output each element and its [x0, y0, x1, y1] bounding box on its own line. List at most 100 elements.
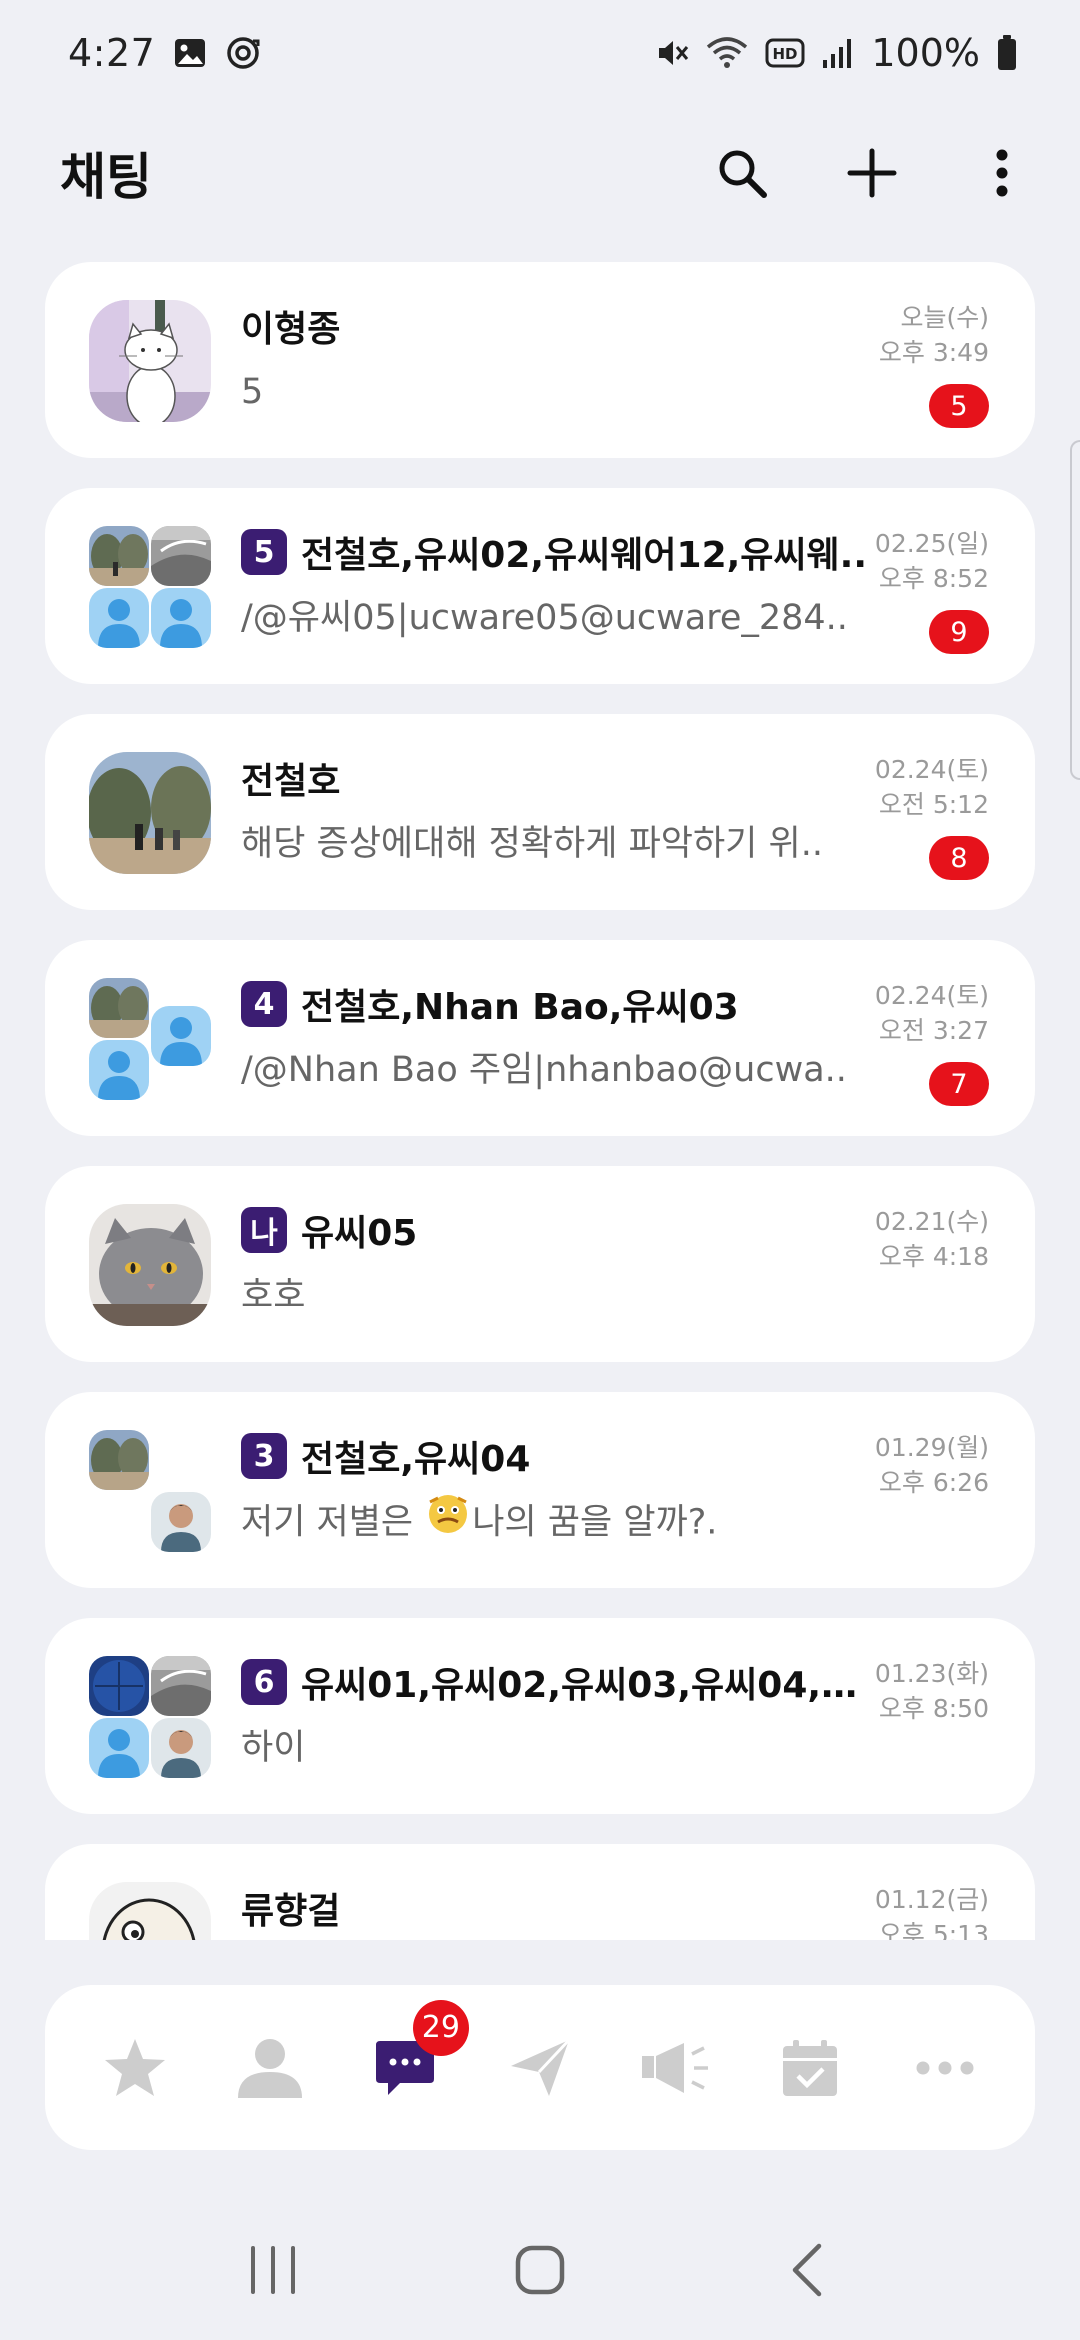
avatar — [89, 1204, 211, 1326]
chat-meta: 오늘(수) 오후 3:49 — [839, 300, 989, 370]
search-button[interactable] — [712, 143, 772, 203]
home-button[interactable] — [495, 2225, 585, 2315]
system-nav — [0, 2200, 1080, 2340]
chat-preview-text: 저기 저별은 — [241, 1502, 425, 1543]
chat-body: 나 유씨05 호호 — [241, 1200, 881, 1326]
chat-time: 오전 5:12 — [878, 790, 989, 819]
photo-garden-mini-avatar-icon — [89, 526, 149, 586]
chat-date: 02.24(토) — [874, 981, 989, 1010]
chat-date: 01.29(월) — [874, 1433, 989, 1462]
chat-body: 4 전철호,Nhan Bao,유씨03 /@Nhan Bao 주임|nhanba… — [241, 974, 881, 1100]
page-title: 채팅 — [60, 147, 152, 206]
sync-icon — [225, 35, 261, 71]
default-person-avatar-icon — [151, 1006, 211, 1066]
chat-meta: 01.29(월) 오후 6:26 — [839, 1430, 989, 1500]
chat-preview: 해당 증상에대해 정확하게 파악하기 위.. — [241, 824, 823, 864]
chat-name: 전철호,유씨04 — [301, 1439, 531, 1480]
chat-date: 02.24(토) — [874, 755, 989, 784]
chat-name: 전철호,Nhan Bao,유씨03 — [301, 987, 739, 1028]
chat-item[interactable]: 류향걸 01.12(금) 오후 5:13 — [45, 1844, 1035, 1940]
chat-title-row: 4 전철호,Nhan Bao,유씨03 — [241, 974, 881, 1034]
chat-date: 01.23(화) — [874, 1659, 989, 1688]
road-photo-mini-avatar-icon — [151, 526, 211, 586]
send-paperplane-icon — [510, 2038, 571, 2096]
nav-more[interactable] — [895, 2018, 995, 2118]
avatar-group — [89, 978, 211, 1100]
default-person-avatar-icon — [89, 1718, 149, 1778]
new-chat-button[interactable] — [842, 143, 902, 203]
avatar-group — [89, 1656, 211, 1778]
chat-time: 오후 3:49 — [878, 338, 989, 367]
chat-item[interactable]: 4 전철호,Nhan Bao,유씨03 /@Nhan Bao 주임|nhanba… — [45, 940, 1035, 1136]
chat-name: 유씨01,유씨02,유씨03,유씨04,유.. — [301, 1665, 881, 1706]
chat-meta: 02.25(일) 오후 8:52 — [839, 526, 989, 596]
chat-item[interactable]: 나 유씨05 호호 02.21(수) 오후 4:18 — [45, 1166, 1035, 1362]
chat-title-row: 6 유씨01,유씨02,유씨03,유씨04,유.. — [241, 1652, 881, 1712]
nav-notice[interactable] — [625, 2018, 725, 2118]
chat-body: 이형종 5 — [241, 296, 881, 422]
chat-preview: /@Nhan Bao 주임|nhanbao@ucwa.. — [241, 1050, 847, 1090]
chat-body: 3 전철호,유씨04 저기 저별은 나의 꿈을 알까?. — [241, 1426, 881, 1552]
default-person-avatar-icon — [89, 588, 149, 648]
nav-send[interactable] — [490, 2018, 590, 2118]
status-right: HD 100% — [655, 31, 1018, 75]
chat-name: 이형종 — [241, 309, 341, 350]
chat-body: 6 유씨01,유씨02,유씨03,유씨04,유.. 하이 — [241, 1652, 881, 1778]
unread-badge: 9 — [929, 610, 989, 654]
app-header: 채팅 — [0, 120, 1080, 225]
avatar-group — [89, 1430, 211, 1552]
nav-calendar[interactable] — [760, 2018, 860, 2118]
chat-item[interactable]: 3 전철호,유씨04 저기 저별은 나의 꿈을 알까?. 01.29(월) 오후… — [45, 1392, 1035, 1588]
chat-title-row: 나 유씨05 — [241, 1200, 881, 1260]
self-chat-badge: 나 — [241, 1207, 287, 1253]
avatar-group — [89, 526, 211, 648]
chat-item[interactable]: 전철호 해당 증상에대해 정확하게 파악하기 위.. 02.24(토) 오전 5… — [45, 714, 1035, 910]
more-vertical-icon — [996, 149, 1008, 196]
person-photo-mini-avatar-icon — [151, 1718, 211, 1778]
member-count-badge: 4 — [241, 981, 287, 1027]
chat-time: 오후 8:50 — [878, 1694, 989, 1723]
nav-contacts[interactable] — [220, 2018, 320, 2118]
recent-apps-icon — [251, 2246, 296, 2294]
chat-time: 오후 8:52 — [878, 564, 989, 593]
signal-icon — [821, 36, 855, 70]
more-options-button[interactable] — [972, 143, 1032, 203]
emoji-sticker-icon — [426, 1492, 470, 1552]
member-count-badge: 6 — [241, 1659, 287, 1705]
chat-item[interactable]: 5 전철호,유씨02,유씨웨어12,유씨웨.. /@유씨05|ucware05@… — [45, 488, 1035, 684]
blue-pattern-mini-avatar-icon — [89, 1656, 149, 1716]
white-cat-avatar-icon — [89, 300, 211, 422]
chat-name: 유씨05 — [301, 1213, 418, 1254]
photo-garden-mini-avatar-icon — [89, 1430, 149, 1490]
chat-date: 02.25(일) — [874, 529, 989, 558]
status-bar: 4:27 HD 100% — [0, 0, 1080, 105]
unread-badge: 5 — [929, 384, 989, 428]
unread-badge: 8 — [929, 836, 989, 880]
chat-date: 02.21(수) — [874, 1207, 989, 1236]
chat-list[interactable]: 이형종 5 오늘(수) 오후 3:49 5 5 전철호,유씨02,유씨웨어12,… — [45, 262, 1035, 1940]
battery-icon — [996, 34, 1018, 72]
plus-icon — [847, 148, 897, 197]
member-count-badge: 3 — [241, 1433, 287, 1479]
nav-chat[interactable]: 29 — [355, 1999, 469, 2118]
battery-percent: 100% — [871, 30, 980, 75]
default-person-avatar-icon — [89, 1040, 149, 1100]
chat-title-row: 5 전철호,유씨02,유씨웨어12,유씨웨.. — [241, 522, 881, 582]
bottom-nav: 29 — [45, 1985, 1035, 2150]
chat-title-row: 전철호 — [241, 748, 881, 808]
default-person-avatar-icon — [151, 588, 211, 648]
photo-garden-mini-avatar-icon — [89, 978, 149, 1038]
chat-meta: 02.24(토) 오전 5:12 — [839, 752, 989, 822]
avatar — [89, 300, 211, 422]
chat-date: 01.12(금) — [874, 1885, 989, 1914]
scroll-edge-handle[interactable] — [1070, 440, 1080, 780]
chat-item[interactable]: 6 유씨01,유씨02,유씨03,유씨04,유.. 하이 01.23(화) 오후… — [45, 1618, 1035, 1814]
person-photo-mini-avatar-icon — [151, 1492, 211, 1552]
chat-item[interactable]: 이형종 5 오늘(수) 오후 3:49 5 — [45, 262, 1035, 458]
nav-favorites[interactable] — [85, 2018, 185, 2118]
recent-apps-button[interactable] — [228, 2225, 318, 2315]
chat-meta: 02.21(수) 오후 4:18 — [839, 1204, 989, 1274]
back-button[interactable] — [762, 2225, 852, 2315]
chat-name: 류향걸 — [241, 1891, 341, 1932]
back-icon — [792, 2243, 821, 2297]
